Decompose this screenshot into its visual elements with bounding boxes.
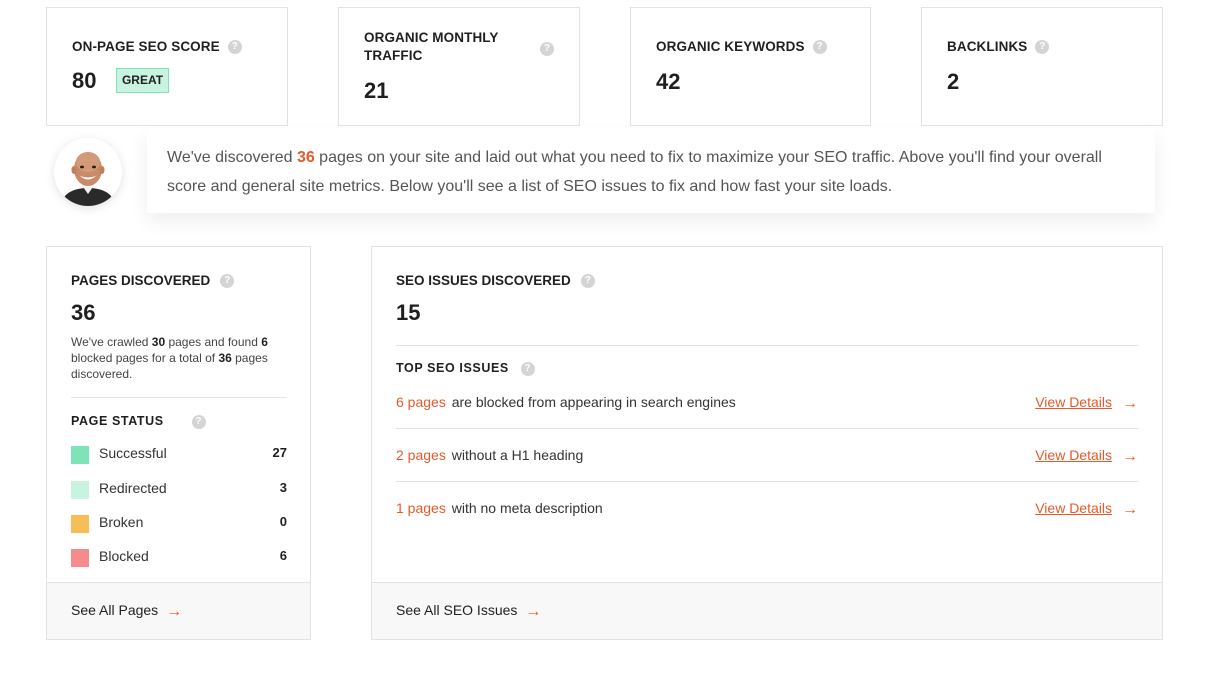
metric-value: 21 xyxy=(364,78,389,103)
top-seo-issues-title: TOP SEO ISSUES? xyxy=(396,361,535,376)
pages-panel-footer: See All Pages → xyxy=(47,582,310,639)
see-all-seo-issues-link[interactable]: See All SEO Issues → xyxy=(396,602,541,621)
panel-title: PAGES DISCOVERED? xyxy=(71,273,235,289)
arrow-right-icon: → xyxy=(1122,395,1138,412)
metric-card-seo-score: ON-PAGE SEO SCORE? 80 GREAT xyxy=(46,7,288,126)
arrow-right-icon: → xyxy=(1122,448,1138,465)
help-icon[interactable]: ? xyxy=(540,42,554,56)
status-swatch xyxy=(71,481,89,499)
status-swatch xyxy=(71,515,89,533)
divider xyxy=(396,481,1138,482)
status-swatch xyxy=(71,446,89,464)
arrow-right-icon: → xyxy=(1122,501,1138,518)
status-row-successful: Successful 27 xyxy=(71,444,287,464)
pages-discovered-value: 36 xyxy=(71,300,96,325)
metric-label: ON-PAGE SEO SCORE? xyxy=(72,38,242,56)
help-icon[interactable]: ? xyxy=(520,361,535,376)
metric-value: 80 xyxy=(72,68,97,93)
issue-row: 6 pages are blocked from appearing in se… xyxy=(396,394,1138,413)
view-details-link[interactable]: View Details → xyxy=(1035,447,1138,466)
issue-count-link[interactable]: 2 pages xyxy=(396,447,446,463)
help-icon[interactable]: ? xyxy=(220,274,235,289)
metric-card-organic-traffic: ORGANIC MONTHLY TRAFFIC ? 21 xyxy=(338,7,580,126)
metric-card-organic-keywords: ORGANIC KEYWORDS? 42 xyxy=(630,7,871,126)
status-row-broken: Broken 0 xyxy=(71,513,287,533)
panel-title: SEO ISSUES DISCOVERED? xyxy=(396,273,595,289)
pages-discovered-panel: PAGES DISCOVERED? 36 We've crawled 30 pa… xyxy=(46,246,311,640)
metric-label: ORGANIC MONTHLY TRAFFIC xyxy=(364,30,499,63)
status-swatch xyxy=(71,549,89,567)
arrow-right-icon: → xyxy=(166,603,183,620)
see-all-pages-link[interactable]: See All Pages → xyxy=(71,602,182,621)
score-badge: GREAT xyxy=(116,68,169,93)
metric-value: 42 xyxy=(656,69,681,94)
metric-label: BACKLINKS? xyxy=(947,38,1050,56)
help-icon[interactable]: ? xyxy=(812,40,827,55)
help-icon[interactable]: ? xyxy=(227,40,242,55)
divider xyxy=(71,397,287,398)
divider xyxy=(396,345,1138,346)
page-status-title: PAGE STATUS? xyxy=(71,414,206,429)
summary-callout: We've discovered 36 pages on your site a… xyxy=(147,128,1155,213)
metric-value: 2 xyxy=(947,69,960,94)
callout-page-count: 36 xyxy=(296,149,315,166)
avatar xyxy=(54,138,122,206)
arrow-right-icon: → xyxy=(525,603,542,620)
view-details-link[interactable]: View Details → xyxy=(1035,500,1138,519)
issue-count-link[interactable]: 1 pages xyxy=(396,500,446,516)
status-row-blocked: Blocked 6 xyxy=(71,547,287,567)
help-icon[interactable]: ? xyxy=(191,414,206,429)
issue-row: 2 pages without a H1 heading View Detail… xyxy=(396,447,1138,466)
issue-count-link[interactable]: 6 pages xyxy=(396,394,446,410)
avatar-portrait-icon xyxy=(54,138,122,206)
view-details-link[interactable]: View Details → xyxy=(1035,394,1138,413)
issue-row: 1 pages with no meta description View De… xyxy=(396,500,1138,519)
issues-panel-footer: See All SEO Issues → xyxy=(372,582,1162,639)
status-row-redirected: Redirected 3 xyxy=(71,479,287,499)
seo-issues-panel: SEO ISSUES DISCOVERED? 15 TOP SEO ISSUES… xyxy=(371,246,1163,640)
help-icon[interactable]: ? xyxy=(580,274,595,289)
divider xyxy=(396,428,1138,429)
seo-issues-value: 15 xyxy=(396,300,421,325)
metric-card-backlinks: BACKLINKS? 2 xyxy=(921,7,1163,126)
metric-label: ORGANIC KEYWORDS? xyxy=(656,38,827,56)
help-icon[interactable]: ? xyxy=(1035,40,1050,55)
pages-description: We've crawled 30 pages and found 6 block… xyxy=(71,335,268,381)
